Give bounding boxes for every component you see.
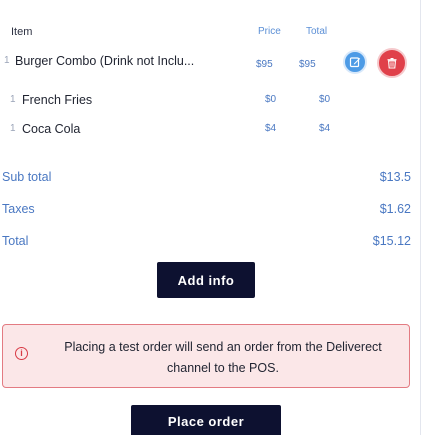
alert-message: Placing a test order will send an order … xyxy=(64,340,382,375)
delete-button[interactable] xyxy=(377,48,407,78)
row-quantity: 1 xyxy=(10,94,16,105)
row-price: $95 xyxy=(256,59,273,70)
row-price: $4 xyxy=(265,123,277,134)
row-item-name: Coca Cola xyxy=(22,122,81,136)
trash-icon xyxy=(387,58,397,69)
taxes-value: $1.62 xyxy=(379,202,411,216)
subtotal-value: $13.5 xyxy=(379,170,411,184)
header-item: Item xyxy=(11,26,33,38)
subtotal-label: Sub total xyxy=(2,170,52,184)
total-value: $15.12 xyxy=(372,234,411,248)
edit-button[interactable] xyxy=(343,50,367,74)
header-price: Price xyxy=(258,26,281,37)
add-info-button[interactable]: Add info xyxy=(157,262,255,298)
row-quantity: 1 xyxy=(10,123,16,134)
row-quantity: 1 xyxy=(4,55,10,66)
taxes-label: Taxes xyxy=(2,202,35,216)
place-order-button[interactable]: Place order xyxy=(131,405,281,435)
header-total: Total xyxy=(306,26,328,37)
panel-divider xyxy=(420,0,421,435)
row-total: $0 xyxy=(319,94,331,105)
total-label: Total xyxy=(2,234,29,248)
row-item-name: Burger Combo (Drink not Inclu... xyxy=(15,54,195,68)
edit-icon xyxy=(349,57,361,68)
row-price: $0 xyxy=(265,94,277,105)
test-order-alert: i Placing a test order will send an orde… xyxy=(2,324,410,388)
info-icon: i xyxy=(15,347,28,360)
row-item-name: French Fries xyxy=(22,93,93,107)
row-total: $95 xyxy=(299,59,316,70)
row-total: $4 xyxy=(319,123,331,134)
